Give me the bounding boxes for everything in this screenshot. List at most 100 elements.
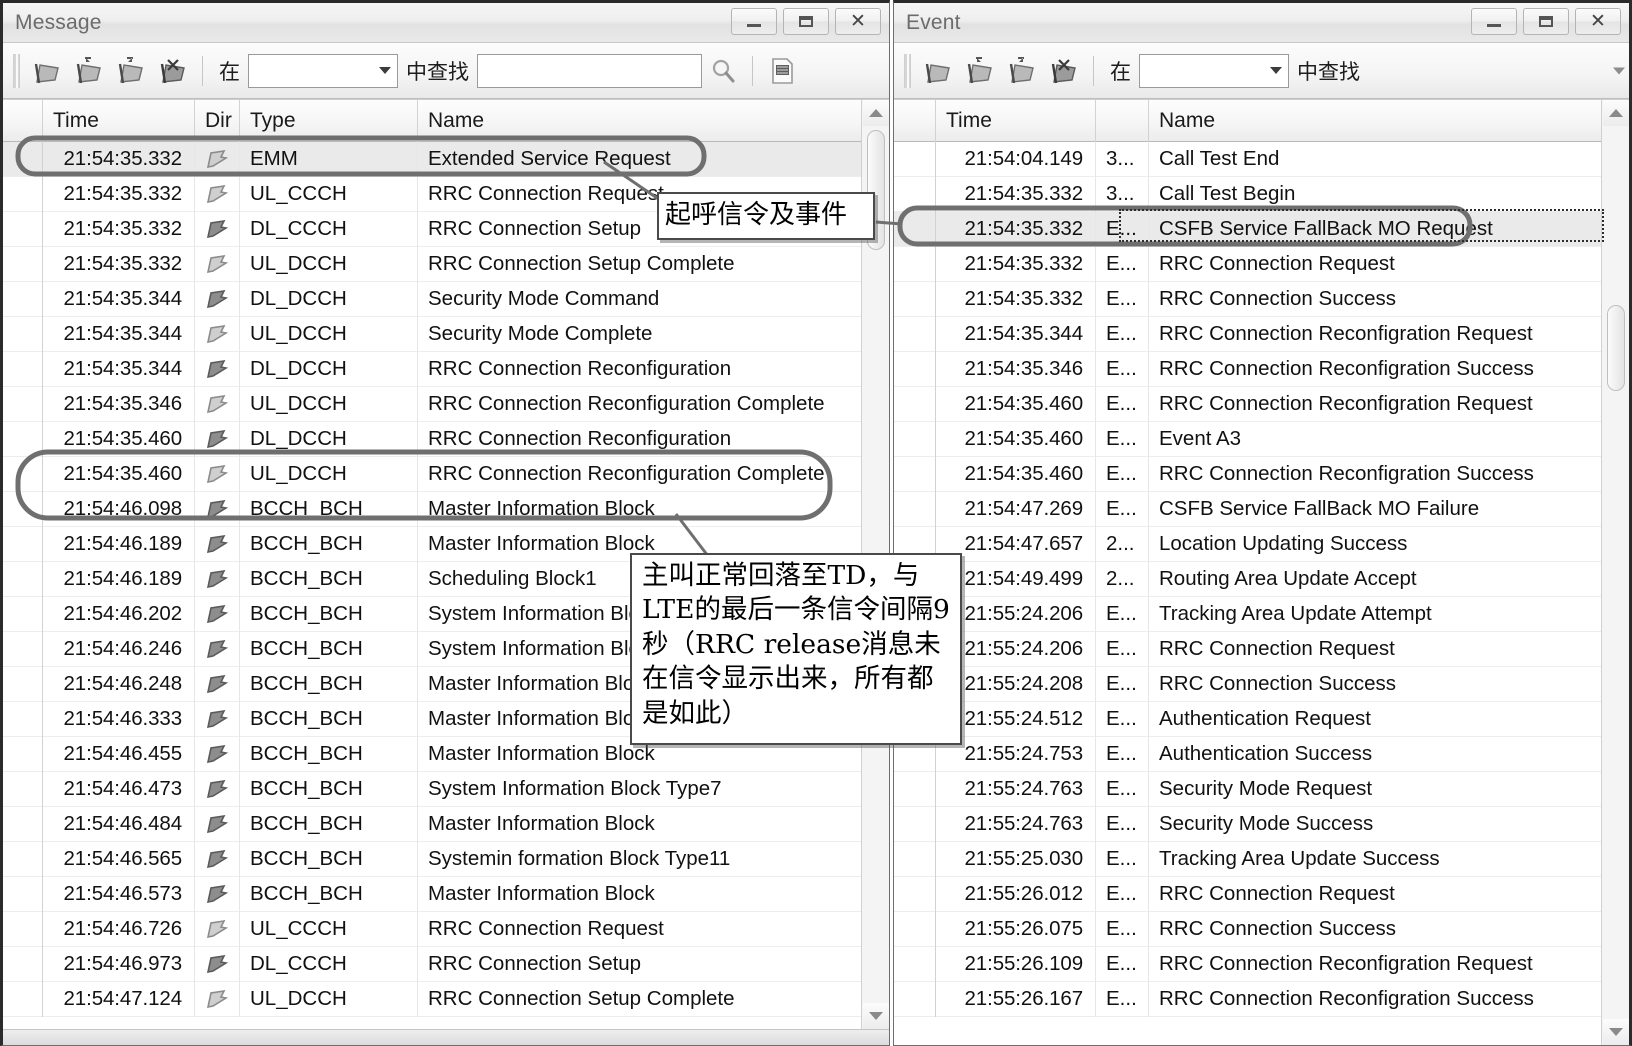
toolbar-drag-grip[interactable]: [13, 53, 20, 88]
event-table-row[interactable]: 21:55:24.753 E... Authentication Success: [894, 736, 1601, 772]
event-table-row[interactable]: 21:55:26.012 E... RRC Connection Request: [894, 876, 1601, 912]
event-table-row[interactable]: 21:55:26.109 E... RRC Connection Reconfigr…: [894, 946, 1601, 982]
message-table-row[interactable]: 21:54:47.124 UL_DCCH RRC Connection Setup…: [3, 981, 861, 1017]
event-table-row[interactable]: 21:54:47.657 2... Location Updating Succes…: [894, 526, 1601, 562]
scroll-thumb[interactable]: [867, 130, 885, 250]
message-horizontal-scrollbar[interactable]: [3, 1029, 889, 1045]
toolbar-find-label: 中查找: [406, 59, 469, 84]
cell-type: UL_DCCH: [240, 981, 418, 1017]
bookmark-flag-prev-icon[interactable]: [110, 52, 152, 90]
cell-name: RRC Connection Request: [1159, 252, 1395, 275]
event-header-name[interactable]: Name: [1149, 100, 1579, 142]
bookmark-flag-icon[interactable]: [26, 52, 68, 90]
event-close-button[interactable]: ✕: [1575, 8, 1621, 35]
cell-name: RRC Connection Request: [428, 182, 664, 205]
message-table-row[interactable]: 21:54:35.344 DL_DCCH RRC Connection Recon…: [3, 351, 861, 387]
scope-combobox[interactable]: [248, 53, 398, 88]
event-table-row[interactable]: 21:54:35.332 E... CSFB Service FallBack MO…: [894, 211, 1601, 247]
event-table-row[interactable]: 21:54:04.149 3... Call Test End: [894, 141, 1601, 177]
scroll-up-button[interactable]: [862, 100, 889, 126]
header-dir[interactable]: Dir: [195, 100, 240, 142]
scroll-down-button[interactable]: [862, 1003, 889, 1029]
event-table-row[interactable]: 21:54:35.332 3... Call Test Begin: [894, 176, 1601, 212]
event-scope-combobox[interactable]: [1139, 53, 1289, 88]
event-table-row[interactable]: 21:55:24.763 E... Security Mode Request: [894, 771, 1601, 807]
event-window-title: Event: [906, 10, 961, 34]
message-table-row[interactable]: 21:54:35.344 DL_DCCH Security Mode Comman…: [3, 281, 861, 317]
message-table-row[interactable]: 21:54:46.189 BCCH_BCH Master Information …: [3, 526, 861, 562]
event-table-row[interactable]: 21:55:24.206 E... RRC Connection Request: [894, 631, 1601, 667]
export-doc-icon[interactable]: [761, 52, 803, 90]
message-table-row[interactable]: 21:54:35.460 UL_DCCH RRC Connection Recon…: [3, 456, 861, 492]
event-header-time[interactable]: Time: [936, 100, 1096, 142]
event-maximize-button[interactable]: [1523, 8, 1569, 35]
event-table-row[interactable]: 21:55:26.075 E... RRC Connection Success: [894, 911, 1601, 947]
message-table-row[interactable]: 21:54:46.202 BCCH_BCH System Information …: [3, 596, 861, 632]
event-vertical-scrollbar[interactable]: [1601, 100, 1629, 1045]
message-table-row[interactable]: 21:54:35.332 UL_DCCH RRC Connection Setup…: [3, 246, 861, 282]
event-scroll-thumb[interactable]: [1607, 305, 1625, 391]
header-time[interactable]: Time: [43, 100, 195, 142]
event-minimize-button[interactable]: [1471, 8, 1517, 35]
message-table-row[interactable]: 21:54:46.248 BCCH_BCH Master Information …: [3, 666, 861, 702]
event-toolbar-drag-grip[interactable]: [904, 53, 911, 88]
message-table-row[interactable]: 21:54:35.332 DL_CCCH RRC Connection Setup: [3, 211, 861, 247]
event-bookmark-flag-clear-icon[interactable]: [1043, 52, 1085, 90]
message-table-row[interactable]: 21:54:46.484 BCCH_BCH Master Information …: [3, 806, 861, 842]
message-table-row[interactable]: 21:54:46.973 DL_CCCH RRC Connection Setup: [3, 946, 861, 982]
event-bookmark-flag-next-icon[interactable]: [959, 52, 1001, 90]
message-minimize-button[interactable]: [731, 8, 777, 35]
message-table-row[interactable]: 21:54:46.565 BCCH_BCH Systemin formation …: [3, 841, 861, 877]
event-table-row[interactable]: 21:55:24.206 E... Tracking Area Update Att…: [894, 596, 1601, 632]
event-table-row[interactable]: 21:55:26.167 E... RRC Connection Reconfigr…: [894, 981, 1601, 1017]
message-table-row[interactable]: 21:54:46.726 UL_CCCH RRC Connection Reque…: [3, 911, 861, 947]
event-table-row[interactable]: 21:54:35.344 E... RRC Connection Reconfigr…: [894, 316, 1601, 352]
event-scroll-up-button[interactable]: [1602, 100, 1629, 126]
event-window: Event ✕ 在 中查找 Time Name 21:54:04.149 3..…: [893, 0, 1632, 1046]
event-table-row[interactable]: 21:54:35.460 E... RRC Connection Reconfigr…: [894, 456, 1601, 492]
event-bookmark-flag-prev-icon[interactable]: [1001, 52, 1043, 90]
event-bookmark-flag-icon[interactable]: [917, 52, 959, 90]
message-table-row[interactable]: 21:54:35.332 EMM Extended Service Request: [3, 141, 861, 177]
message-vertical-scrollbar[interactable]: [861, 100, 889, 1029]
event-table-row[interactable]: 21:54:47.269 E... CSFB Service FallBack MO…: [894, 491, 1601, 527]
downlink-arrow-icon: [204, 532, 230, 556]
message-table-row[interactable]: 21:54:46.189 BCCH_BCH Scheduling Block1: [3, 561, 861, 597]
bookmark-flag-next-icon[interactable]: [68, 52, 110, 90]
search-input[interactable]: [477, 53, 702, 88]
event-table-row[interactable]: 21:55:24.763 E... Security Mode Success: [894, 806, 1601, 842]
message-table-row[interactable]: 21:54:46.333 BCCH_BCH Master Information …: [3, 701, 861, 737]
event-table-row[interactable]: 21:55:25.030 E... Tracking Area Update Suc…: [894, 841, 1601, 877]
header-name[interactable]: Name: [418, 100, 858, 142]
message-table-row[interactable]: 21:54:46.246 BCCH_BCH System Information …: [3, 631, 861, 667]
message-table-row[interactable]: 21:54:46.455 BCCH_BCH Master Information …: [3, 736, 861, 772]
event-table-row[interactable]: 21:54:35.332 E... RRC Connection Request: [894, 246, 1601, 282]
event-grid: Time Name 21:54:04.149 3... Call Test End 2…: [894, 99, 1629, 1045]
cell-type: DL_CCCH: [240, 211, 418, 247]
header-type[interactable]: Type: [240, 100, 418, 142]
event-table-row[interactable]: 21:54:49.499 2... Routing Area Update Acce…: [894, 561, 1601, 597]
event-header-code[interactable]: [1096, 100, 1149, 142]
message-table-row[interactable]: 21:54:35.460 DL_DCCH RRC Connection Recon…: [3, 421, 861, 457]
message-table-row[interactable]: 21:54:46.473 BCCH_BCH System Information …: [3, 771, 861, 807]
message-maximize-button[interactable]: [783, 8, 829, 35]
event-table-row[interactable]: 21:55:24.208 E... RRC Connection Success: [894, 666, 1601, 702]
message-close-button[interactable]: ✕: [835, 8, 881, 35]
event-table-row[interactable]: 21:54:35.460 E... RRC Connection Reconfigr…: [894, 386, 1601, 422]
event-table-row[interactable]: 21:54:35.460 E... Event A3: [894, 421, 1601, 457]
row-marker: [894, 456, 936, 492]
toolbar-overflow-icon[interactable]: [1613, 67, 1625, 74]
event-table-row[interactable]: 21:54:35.346 E... RRC Connection Reconfigr…: [894, 351, 1601, 387]
event-scroll-down-button[interactable]: [1602, 1019, 1629, 1045]
row-marker: [3, 911, 43, 947]
search-magnifier-icon[interactable]: [702, 52, 744, 90]
event-table-row[interactable]: 21:54:35.332 E... RRC Connection Success: [894, 281, 1601, 317]
row-marker: [3, 806, 43, 842]
bookmark-flag-clear-icon[interactable]: [152, 52, 194, 90]
message-table-row[interactable]: 21:54:46.098 BCCH_BCH Master Information …: [3, 491, 861, 527]
message-table-row[interactable]: 21:54:35.344 UL_DCCH Security Mode Comple…: [3, 316, 861, 352]
message-table-row[interactable]: 21:54:35.346 UL_DCCH RRC Connection Recon…: [3, 386, 861, 422]
event-table-row[interactable]: 21:55:24.512 E... Authentication Request: [894, 701, 1601, 737]
message-table-row[interactable]: 21:54:35.332 UL_CCCH RRC Connection Reque…: [3, 176, 861, 212]
message-table-row[interactable]: 21:54:46.573 BCCH_BCH Master Information …: [3, 876, 861, 912]
